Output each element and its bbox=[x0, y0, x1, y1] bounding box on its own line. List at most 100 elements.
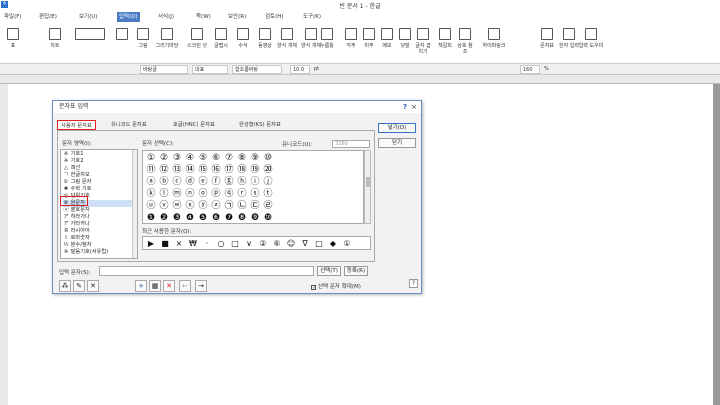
char-grid[interactable]: ① ② ③ ④ ⑤ ⑥ ⑦ ⑧ ⑨ ⑩ ⑪ ⑫ ⑬ ⑭ ⑮ ⑯ ⑰ ⑱ ⑲ ⑳ ⓐ ⓑ ⓒ ⓓ ⓔ ⓕ ⓖ ⓗ ⓘ ⓙ ⓚ ⓛ ⓜ ⓝ ⓞ ⓟ ⓠ ⓡ ⓢ ⓣ… bbox=[142, 150, 364, 224]
add-icon[interactable]: + bbox=[135, 280, 147, 292]
list-item[interactable]: ア 히라가나 bbox=[63, 214, 89, 221]
char-cell[interactable]: ⑤ bbox=[197, 152, 209, 164]
char-cell[interactable]: ⑮ bbox=[197, 164, 209, 176]
char-cell[interactable]: ⓑ bbox=[158, 176, 170, 188]
char-cell[interactable]: ❽ bbox=[236, 212, 248, 224]
ribbon-input-helper-button[interactable]: 입력 도우미 bbox=[578, 26, 604, 62]
char-cell[interactable]: ⓐ bbox=[145, 176, 157, 188]
register-button[interactable]: 등록(R) bbox=[344, 266, 368, 276]
char-cell[interactable]: ⑪ bbox=[145, 164, 157, 176]
char-cell[interactable]: ⓟ bbox=[210, 188, 222, 200]
char-cell[interactable]: ⓔ bbox=[197, 176, 209, 188]
list-item[interactable]: Я 러시아어 bbox=[63, 228, 90, 235]
tab-user-charmap[interactable]: 사용자 문자표 bbox=[57, 120, 96, 130]
char-cell[interactable]: ⑫ bbox=[158, 164, 170, 176]
char-cell[interactable]: ④ bbox=[184, 152, 196, 164]
ribbon-screenshot-button[interactable]: 스크린 샷 bbox=[184, 26, 210, 62]
font-select[interactable]: 함초롬바탕 bbox=[232, 65, 282, 74]
list-item[interactable]: ✚ 수학 기호 bbox=[63, 186, 92, 193]
unicode-input[interactable]: 3260 bbox=[332, 140, 370, 148]
char-cell[interactable]: ❻ bbox=[210, 212, 222, 224]
char-cell[interactable]: ⓡ bbox=[236, 188, 248, 200]
ribbon-chart-button[interactable]: 차트 bbox=[42, 26, 68, 62]
char-cell[interactable]: ⓕ bbox=[210, 176, 222, 188]
char-cell[interactable]: ② bbox=[158, 152, 170, 164]
char-cell[interactable]: ❿ bbox=[262, 212, 274, 224]
close-button[interactable]: 닫기 bbox=[378, 138, 416, 148]
help-button[interactable]: ? bbox=[409, 279, 418, 288]
char-cell[interactable]: ⓠ bbox=[223, 188, 235, 200]
char-cell[interactable]: ⑧ bbox=[236, 152, 248, 164]
dialog-close-icon[interactable]: × bbox=[411, 101, 417, 113]
dialog-help-icon[interactable]: ? bbox=[403, 101, 407, 113]
char-cell[interactable]: ❸ bbox=[171, 212, 183, 224]
recent-char-cell[interactable]: ∨ bbox=[243, 238, 255, 250]
scroll-thumb[interactable] bbox=[366, 177, 370, 187]
char-cell[interactable]: ⓞ bbox=[197, 188, 209, 200]
char-cell[interactable]: ⑥ bbox=[210, 152, 222, 164]
recent-char-cell[interactable]: ② bbox=[257, 238, 269, 250]
ribbon-table-button[interactable]: 표 bbox=[0, 26, 26, 62]
char-cell[interactable]: ❼ bbox=[223, 212, 235, 224]
char-cell[interactable]: ⓧ bbox=[184, 200, 196, 212]
char-cell[interactable]: ⓛ bbox=[158, 188, 170, 200]
char-cell[interactable]: ⓨ bbox=[197, 200, 209, 212]
char-cell[interactable]: ① bbox=[145, 152, 157, 164]
ribbon-overlap-button[interactable]: 글자 겹치기 bbox=[414, 26, 432, 62]
char-cell[interactable]: ⓙ bbox=[262, 176, 274, 188]
tab-ks-charmap[interactable]: 완성형(KS) 문자표 bbox=[239, 120, 281, 130]
recent-char-cell[interactable]: ⑥ bbox=[271, 238, 283, 250]
delete-chars-icon[interactable]: ✕ bbox=[87, 280, 99, 292]
recent-char-cell[interactable]: □ bbox=[313, 238, 325, 250]
menu-view[interactable]: 보기(U) bbox=[77, 12, 99, 22]
char-cell[interactable]: ⑲ bbox=[249, 164, 261, 176]
recent-char-cell[interactable]: ■ bbox=[159, 238, 171, 250]
tab-unicode-charmap[interactable]: 유니코드 문자표 bbox=[111, 120, 147, 130]
char-cell[interactable]: ⓢ bbox=[249, 188, 261, 200]
list-item[interactable]: ㄱ 한글자모 bbox=[63, 172, 90, 179]
char-cell[interactable]: ⓩ bbox=[210, 200, 222, 212]
menu-insert[interactable]: 입력(D) bbox=[117, 12, 140, 22]
menu-security[interactable]: 보안(R) bbox=[226, 12, 248, 22]
ribbon-lines-gallery[interactable] bbox=[112, 26, 132, 62]
ribbon-hyperlink-button[interactable]: 하이퍼링크 bbox=[478, 26, 510, 62]
arrow-right-icon[interactable]: → bbox=[195, 280, 207, 292]
menu-review[interactable]: 검토(H) bbox=[263, 12, 286, 22]
char-cell[interactable]: ⑰ bbox=[223, 164, 235, 176]
ribbon-form-object-button[interactable]: 양식 개체 bbox=[274, 26, 300, 62]
recent-char-cell[interactable]: ☺ bbox=[285, 238, 297, 250]
char-cell[interactable]: ❷ bbox=[158, 212, 170, 224]
list-item[interactable]: △ 괘선 bbox=[63, 165, 80, 172]
list-item[interactable]: ① 그림 문자 bbox=[63, 179, 92, 186]
recent-char-cell[interactable]: ○ bbox=[215, 238, 227, 250]
menu-tools[interactable]: 도구(K) bbox=[301, 12, 323, 22]
menu-file[interactable]: 파일(F) bbox=[2, 12, 24, 22]
char-cell[interactable]: ⑯ bbox=[210, 164, 222, 176]
zoom-input[interactable]: 160 bbox=[520, 65, 540, 74]
tab-hnc-charmap[interactable]: 호글(HNC) 문자표 bbox=[173, 120, 215, 130]
char-cell[interactable]: ⓓ bbox=[184, 176, 196, 188]
char-cell[interactable]: ⓒ bbox=[171, 176, 183, 188]
char-cell[interactable]: ❾ bbox=[249, 212, 261, 224]
char-cell[interactable]: ㉢ bbox=[249, 200, 261, 212]
recent-char-cell[interactable]: □ bbox=[229, 238, 241, 250]
recent-char-cell[interactable]: · bbox=[201, 238, 213, 250]
ribbon-drawing-button[interactable]: 그리기마당 bbox=[152, 26, 182, 62]
char-cell[interactable]: ㉠ bbox=[223, 200, 235, 212]
select-button[interactable]: 선택(T) bbox=[317, 266, 341, 276]
grid-scrollbar[interactable] bbox=[364, 150, 371, 224]
char-cell[interactable]: ⑭ bbox=[184, 164, 196, 176]
menu-edit[interactable]: 편집(E) bbox=[37, 12, 59, 22]
char-cell[interactable]: ㉣ bbox=[262, 200, 274, 212]
list-item[interactable]: ⓐ 괄호문자 bbox=[63, 207, 89, 214]
char-cell[interactable]: ⓣ bbox=[262, 188, 274, 200]
ribbon-shapes-gallery[interactable] bbox=[70, 26, 110, 62]
ribbon-field-button[interactable]: 누름틀 bbox=[312, 26, 342, 62]
ribbon-footnote-button[interactable]: 각주 bbox=[342, 26, 360, 62]
menu-format[interactable]: 서식(J) bbox=[156, 12, 176, 22]
remove-icon[interactable]: ✕ bbox=[163, 280, 175, 292]
char-cell[interactable]: ⓝ bbox=[184, 188, 196, 200]
char-cell[interactable]: ❶ bbox=[145, 212, 157, 224]
edit-chars-icon[interactable]: ✎ bbox=[73, 280, 85, 292]
char-cell[interactable]: ⑦ bbox=[223, 152, 235, 164]
